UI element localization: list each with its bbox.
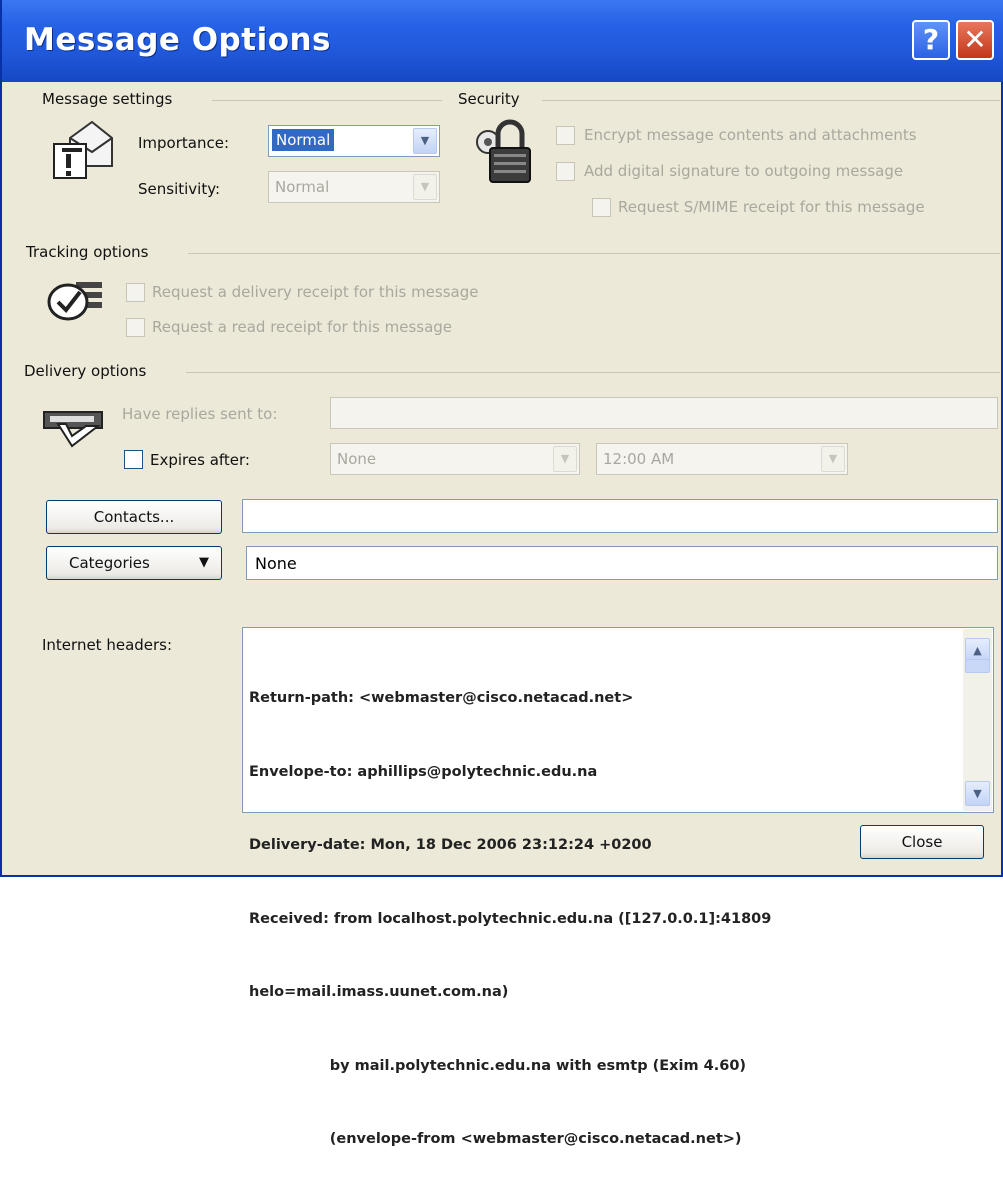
dialog-title: Message Options: [24, 22, 332, 58]
dropdown-arrow-icon: ▼: [199, 555, 209, 570]
message-options-dialog: Message Options ? ✕ Message settings Imp…: [0, 0, 1003, 1147]
vertical-scrollbar[interactable]: ▲ ▼: [963, 629, 992, 811]
encrypt-label: Encrypt message contents and attachments: [584, 126, 917, 144]
security-divider: [542, 100, 1000, 101]
importance-value: Normal: [272, 129, 335, 151]
expires-after-label: Expires after:: [150, 451, 250, 469]
help-button[interactable]: ?: [912, 20, 950, 60]
categories-button[interactable]: Categories ▼: [46, 546, 222, 580]
read-receipt-checkbox[interactable]: [126, 318, 145, 337]
tracking-options-heading: Tracking options: [26, 243, 149, 261]
message-settings-icon: [53, 120, 113, 179]
categories-value: None: [255, 554, 297, 573]
delivery-options-divider: [186, 372, 1000, 373]
delivery-icon: [43, 411, 103, 448]
expires-time-value: 12:00 AM: [603, 450, 675, 468]
internet-headers-text: Return-path: <webmaster@cisco.netacad.ne…: [249, 637, 771, 1201]
importance-label: Importance:: [138, 134, 230, 152]
internet-headers-textarea[interactable]: Return-path: <webmaster@cisco.netacad.ne…: [242, 627, 994, 1147]
replies-to-input[interactable]: [330, 397, 998, 429]
header-line: Return-path: <webmaster@cisco.netacad.ne…: [249, 690, 634, 706]
header-line: Envelope-to: aphillips@polytechnic.edu.n…: [249, 763, 598, 780]
padlock-icon: [476, 119, 531, 183]
digital-signature-label: Add digital signature to outgoing messag…: [584, 162, 904, 180]
security-heading: Security: [458, 90, 520, 108]
close-button[interactable]: Close: [860, 825, 984, 859]
expires-date-value: None: [337, 450, 377, 468]
digital-signature-checkbox[interactable]: [556, 162, 575, 181]
encrypt-checkbox[interactable]: [556, 126, 575, 145]
header-line: by mail.polytechnic.edu.na with esmtp (E…: [249, 1057, 747, 1074]
message-settings-heading: Message settings: [42, 90, 173, 108]
header-line: (envelope-from <webmaster@cisco.netacad.…: [249, 1131, 742, 1147]
scroll-down-icon[interactable]: ▼: [965, 781, 990, 806]
contacts-button[interactable]: Contacts...: [46, 500, 222, 534]
sensitivity-select[interactable]: Normal ▼: [268, 171, 440, 203]
sensitivity-value: Normal: [275, 178, 330, 196]
chevron-down-icon[interactable]: ▼: [413, 174, 437, 200]
smime-receipt-checkbox[interactable]: [592, 198, 611, 217]
expires-date-select[interactable]: None ▼: [330, 443, 580, 475]
message-settings-divider: [212, 100, 442, 101]
close-window-button[interactable]: ✕: [956, 20, 994, 60]
importance-select[interactable]: Normal ▼: [268, 125, 440, 157]
tracking-options-divider: [188, 253, 1000, 254]
chevron-down-icon[interactable]: ▼: [821, 446, 845, 472]
smime-receipt-label: Request S/MIME receipt for this message: [618, 198, 925, 216]
expires-time-select[interactable]: 12:00 AM ▼: [596, 443, 848, 475]
scroll-thumb[interactable]: [965, 659, 990, 673]
tracking-icon: [47, 282, 102, 321]
header-line: helo=mail.imass.uunet.com.na): [249, 984, 509, 1000]
sensitivity-label: Sensitivity:: [138, 180, 221, 198]
internet-headers-label: Internet headers:: [42, 636, 173, 654]
contacts-input[interactable]: [242, 499, 998, 533]
header-line: Received: from localhost.polytechnic.edu…: [249, 910, 772, 927]
title-bar[interactable]: Message Options ? ✕: [2, 0, 1003, 82]
categories-input[interactable]: None: [246, 546, 998, 580]
delivery-receipt-checkbox[interactable]: [126, 283, 145, 302]
delivery-options-heading: Delivery options: [24, 362, 147, 380]
chevron-down-icon[interactable]: ▼: [553, 446, 577, 472]
read-receipt-label: Request a read receipt for this message: [152, 318, 453, 336]
expires-after-checkbox[interactable]: [124, 450, 143, 469]
replies-label: Have replies sent to:: [122, 405, 278, 423]
header-line: Delivery-date: Mon, 18 Dec 2006 23:12:24…: [249, 837, 652, 853]
categories-button-label: Categories: [69, 554, 150, 572]
delivery-receipt-label: Request a delivery receipt for this mess…: [152, 283, 479, 301]
chevron-down-icon[interactable]: ▼: [413, 128, 437, 154]
